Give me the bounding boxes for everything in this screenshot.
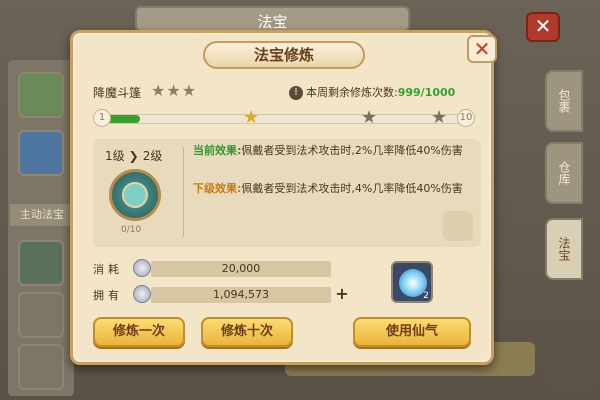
- background-title: 法宝: [257, 13, 288, 31]
- background-title-bar: 法宝: [135, 6, 410, 32]
- progress-track: [103, 114, 467, 124]
- next-level: 2级: [142, 149, 163, 163]
- progress-start-node: 1: [93, 109, 111, 127]
- level-progress-bar: 1 ★ ★ ★ 10: [93, 107, 477, 129]
- background-close-button[interactable]: ✕: [526, 12, 560, 42]
- plus-icon[interactable]: +: [333, 285, 351, 303]
- next-effect: 下级效果:佩戴者受到法术攻击时,4%几率降低40%伤害: [193, 181, 473, 197]
- progress-end-node: 10: [457, 109, 475, 127]
- effect-panel: 1级 ❯ 2级 0/10 当前效果:佩戴者受到法术攻击时,2%几率降低40%伤害 下…: [93, 139, 481, 247]
- silver-coin-icon: [133, 285, 151, 303]
- consume-value: 20,000: [151, 261, 331, 277]
- star-icon: ★: [151, 81, 166, 100]
- tab-warehouse[interactable]: 仓库: [545, 142, 583, 204]
- fairy-qi-item[interactable]: 2: [391, 261, 433, 303]
- experience-label: 0/10: [121, 225, 142, 235]
- item-name: 降魔斗篷: [93, 86, 142, 100]
- current-effect-text: 佩戴者受到法术攻击时,2%几率降低40%伤害: [241, 144, 463, 157]
- star-icon: ★: [181, 81, 197, 100]
- qi-count: 2: [423, 291, 429, 301]
- close-icon: ✕: [473, 37, 491, 61]
- train-ten-button[interactable]: 修炼十次: [201, 317, 293, 347]
- star-milestone-icon: ★: [431, 107, 448, 128]
- star-icon: ★: [166, 81, 181, 100]
- star-milestone-icon: ★: [361, 107, 378, 128]
- background-corner-panel: [545, 330, 595, 390]
- tab-treasure[interactable]: 法宝: [545, 218, 583, 280]
- treasure-training-dialog: 法宝修炼 ✕ 降魔斗篷 ★★★ ! 本周剩余修炼次数:999/1000 1 ★ ★…: [70, 30, 497, 365]
- background-item-slot[interactable]: [18, 292, 64, 338]
- decoration-icon: [443, 211, 473, 241]
- silver-coin-icon: [133, 259, 151, 277]
- own-row: 拥有 1,094,573 +: [93, 285, 353, 305]
- consume-label: 消耗: [93, 263, 123, 276]
- tab-bag[interactable]: 包裹: [545, 70, 583, 132]
- star-milestone-icon: ★: [243, 107, 260, 128]
- info-icon[interactable]: !: [289, 86, 303, 100]
- next-effect-text: 佩戴者受到法术攻击时,4%几率降低40%伤害: [241, 182, 463, 195]
- next-effect-tag: 下级效果:: [193, 182, 242, 195]
- divider: [183, 147, 184, 237]
- consume-row: 消耗 20,000: [93, 259, 353, 279]
- dialog-title: 法宝修炼: [253, 46, 314, 64]
- train-once-button[interactable]: 修炼一次: [93, 317, 185, 347]
- own-label: 拥有: [93, 289, 123, 302]
- weekly-remaining: ! 本周剩余修炼次数:999/1000: [289, 84, 455, 100]
- current-effect-tag: 当前效果:: [193, 144, 242, 157]
- item-star-rating: ★★★: [151, 81, 197, 100]
- cloak-icon: [122, 182, 148, 208]
- current-level: 1级: [105, 149, 125, 163]
- background-item-slot[interactable]: [18, 240, 64, 286]
- dialog-title-bar: 法宝修炼: [203, 41, 365, 69]
- chevron-right-icon: ❯: [128, 149, 139, 163]
- remaining-value: 999/1000: [397, 86, 456, 99]
- remaining-label: 本周剩余修炼次数:: [306, 86, 398, 99]
- current-effect: 当前效果:佩戴者受到法术攻击时,2%几率降低40%伤害: [193, 143, 473, 159]
- use-qi-button[interactable]: 使用仙气: [353, 317, 471, 347]
- treasure-item-icon: [109, 169, 161, 221]
- background-item-slot[interactable]: [18, 72, 64, 118]
- background-item-slot[interactable]: [18, 130, 64, 176]
- own-value: 1,094,573: [151, 287, 331, 303]
- background-active-treasure-label: 主动法宝: [10, 204, 72, 226]
- dialog-close-button[interactable]: ✕: [467, 35, 497, 63]
- background-item-slot[interactable]: [18, 344, 64, 390]
- level-change: 1级 ❯ 2级: [105, 147, 162, 164]
